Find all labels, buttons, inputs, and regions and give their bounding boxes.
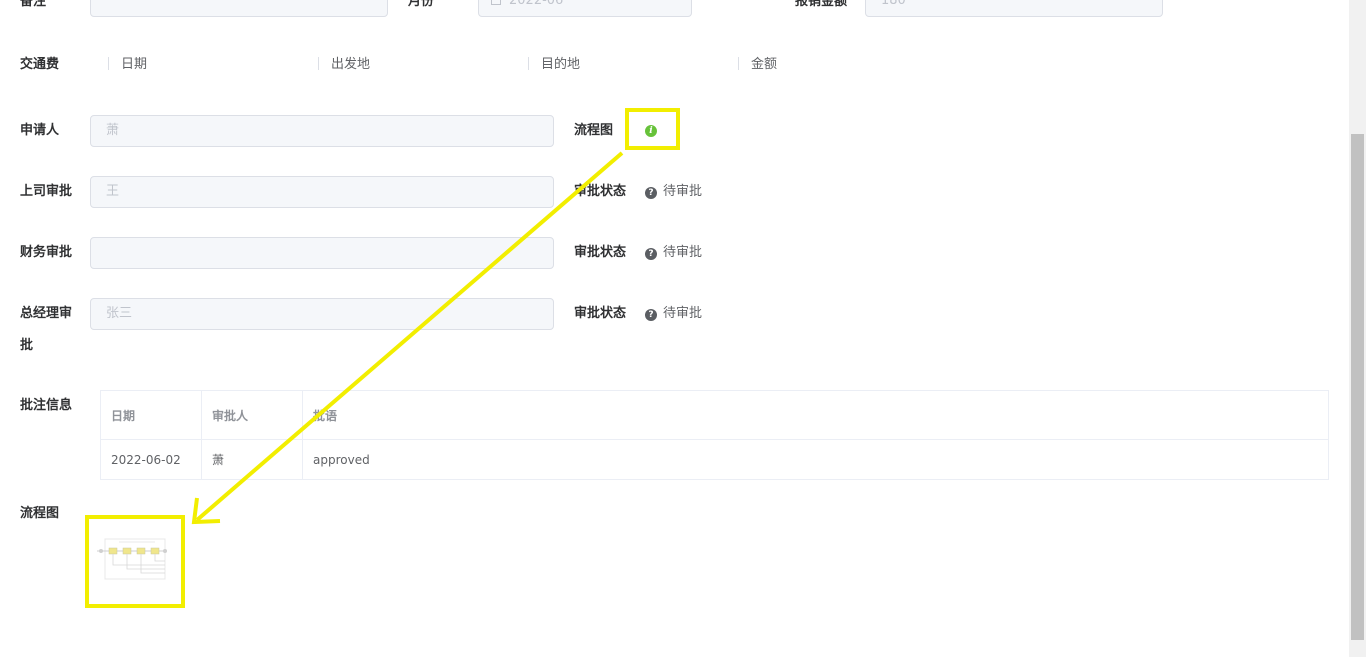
amount-input[interactable]: 180 [865,0,1163,17]
cell-date: 2022-06-02 [100,439,202,480]
travel-col-amount-label: 金额 [751,57,778,72]
question-icon: ? [645,248,657,260]
finance-approval-label: 财务审批 [20,245,73,260]
calendar-icon [491,0,501,5]
highlight-box-flowchart [85,515,185,608]
remark-label: 备注 [20,0,47,9]
supervisor-status-text: 待审批 [663,184,703,199]
comments-table: 日期 审批人 批语 2022-06-02 萧 approved [100,390,1329,480]
travel-col-origin: 出发地 [318,55,370,75]
table-row: 2022-06-02 萧 approved [100,439,1329,480]
supervisor-status: ? 待审批 [645,176,702,208]
header-comment: 批语 [302,390,1329,440]
applicant-input[interactable]: 萧 [90,115,554,147]
flowchart-label: 流程图 [20,506,60,521]
travel-col-date: 日期 [108,55,147,75]
column-separator [738,57,739,70]
column-separator [108,57,109,70]
travel-label: 交通费 [20,57,60,72]
scrollbar-thumb[interactable] [1351,134,1364,640]
month-input[interactable]: 2022-06 [478,0,692,17]
column-separator [318,57,319,70]
gm-approval-label: 总经理审批 [20,306,73,353]
travel-col-origin-label: 出发地 [331,57,371,72]
travel-col-destination: 目的地 [528,55,580,75]
cell-comment: approved [302,439,1329,480]
travel-col-destination-label: 目的地 [541,57,581,72]
finance-status-text: 待审批 [663,245,703,260]
supervisor-status-label: 审批状态 [574,184,627,199]
highlight-box-info [625,108,680,150]
finance-status: ? 待审批 [645,237,702,269]
finance-status-label: 审批状态 [574,245,627,260]
finance-approval-input[interactable] [90,237,554,269]
flowchart-link-label: 流程图 [574,123,614,138]
month-value: 2022-06 [509,0,564,8]
header-date: 日期 [100,390,202,440]
applicant-label: 申请人 [20,123,60,138]
question-icon: ? [645,309,657,321]
gm-status-text: 待审批 [663,306,703,321]
travel-col-amount: 金额 [738,55,777,75]
gm-status-label: 审批状态 [574,306,627,321]
travel-col-date-label: 日期 [121,57,148,72]
table-header-row: 日期 审批人 批语 [100,390,1329,440]
column-separator [528,57,529,70]
gm-status: ? 待审批 [645,298,702,330]
supervisor-approval-input[interactable]: 王 [90,176,554,208]
comments-label: 批注信息 [20,398,73,413]
cell-approver: 萧 [201,439,303,480]
header-approver: 审批人 [201,390,303,440]
amount-label: 报销金额 [795,0,848,9]
question-icon: ? [645,187,657,199]
supervisor-approval-label: 上司审批 [20,184,73,199]
remark-input[interactable] [90,0,388,17]
month-label: 月份 [408,0,435,9]
gm-approval-input[interactable]: 张三 [90,298,554,330]
